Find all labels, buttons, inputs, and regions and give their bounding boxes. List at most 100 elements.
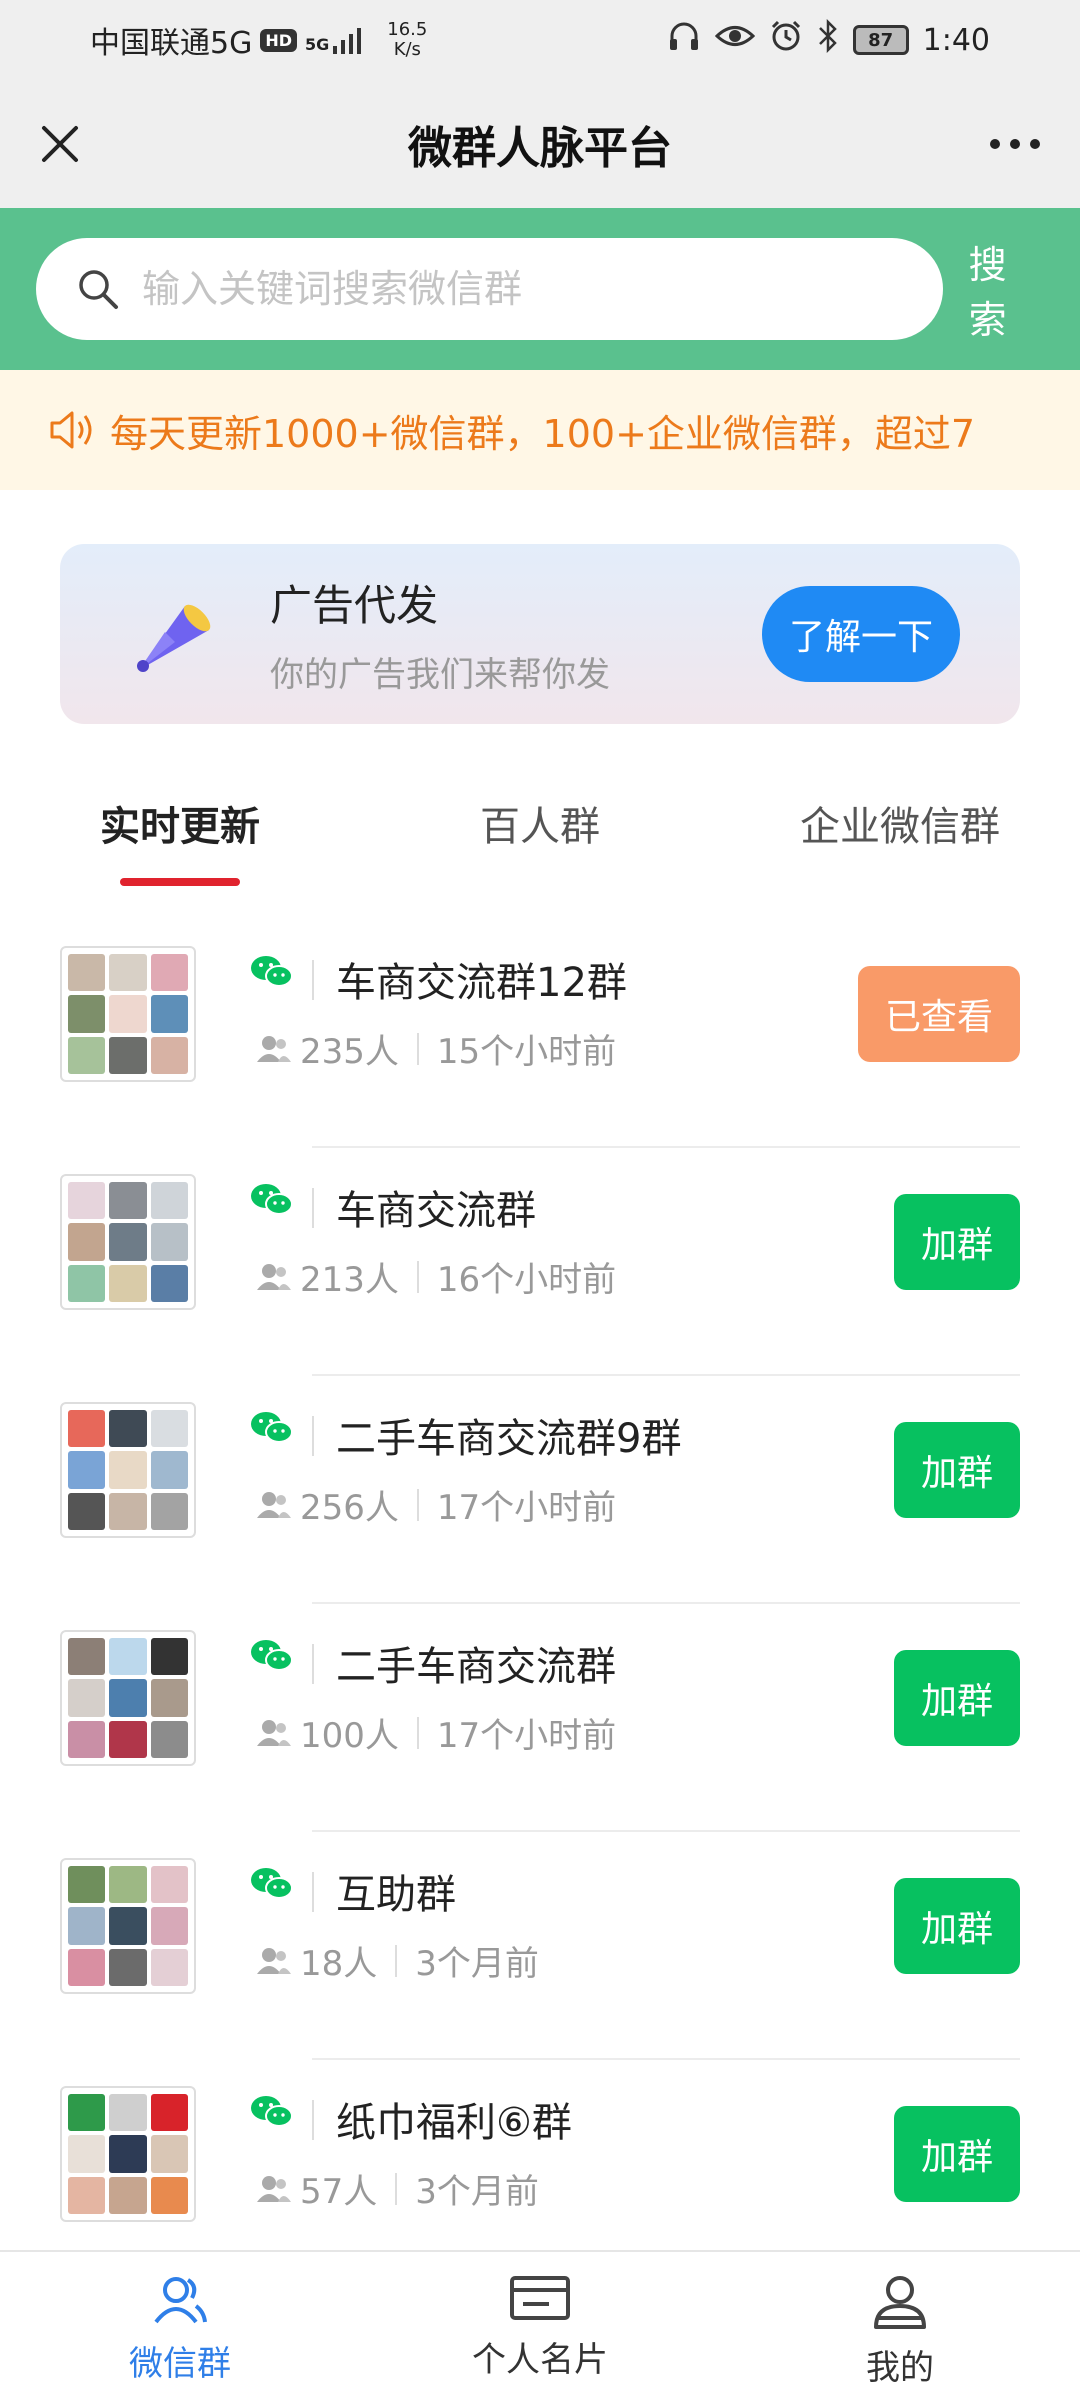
group-meta: 213人 16个小时前 bbox=[256, 1252, 616, 1301]
wechat-icon bbox=[251, 1184, 293, 1215]
ad-subtitle: 你的广告我们来帮你发 bbox=[270, 655, 610, 695]
search-icon bbox=[79, 270, 118, 309]
nav-label: 微信群 bbox=[129, 2344, 231, 2384]
meta-divider bbox=[416, 1488, 419, 1521]
members-icon bbox=[257, 1263, 291, 1290]
vertical-divider bbox=[312, 960, 314, 1000]
group-list-item[interactable]: 互助群 18人 3个月前 加群 bbox=[0, 1832, 1080, 2060]
title-bar: 微群人脉平台 bbox=[0, 80, 1080, 208]
viewed-button[interactable]: 已查看 bbox=[858, 966, 1020, 1062]
ad-card[interactable]: 广告代发 你的广告我们来帮你发 了解一下 bbox=[60, 544, 1020, 724]
member-count: 256人 bbox=[300, 1488, 399, 1528]
status-left: 中国联通5G HD 5G 16.5 K/s bbox=[90, 18, 427, 62]
wechat-icon bbox=[251, 1640, 293, 1671]
nav-item-groups[interactable]: 微信群 bbox=[0, 2252, 360, 2400]
ad-text: 广告代发 你的广告我们来帮你发 bbox=[270, 572, 610, 696]
net-speed: 16.5 K/s bbox=[387, 20, 427, 60]
members-icon bbox=[257, 1491, 291, 1518]
bluetooth-icon bbox=[817, 18, 839, 61]
group-avatar bbox=[60, 1402, 196, 1538]
nav-label: 个人名片 bbox=[472, 2340, 608, 2380]
group-list-item[interactable]: 车商交流群12群 235人 15个小时前 已查看 bbox=[0, 920, 1080, 1148]
group-name: 纸巾福利⑥群 bbox=[336, 2100, 572, 2146]
group-avatar bbox=[60, 1630, 196, 1766]
join-group-button[interactable]: 加群 bbox=[894, 1650, 1020, 1746]
card-icon bbox=[510, 2276, 570, 2320]
group-meta: 235人 15个小时前 bbox=[256, 1024, 616, 1073]
group-list-item[interactable]: 车商交流群 213人 16个小时前 加群 bbox=[0, 1148, 1080, 1376]
page-title: 微群人脉平台 bbox=[408, 123, 672, 174]
search-box[interactable] bbox=[36, 238, 943, 340]
group-meta: 256人 17个小时前 bbox=[256, 1480, 616, 1529]
join-group-button[interactable]: 加群 bbox=[894, 1878, 1020, 1974]
clock: 1:40 bbox=[922, 22, 990, 58]
group-avatar bbox=[60, 946, 196, 1082]
updated-time: 3个月前 bbox=[415, 2172, 539, 2212]
signal-icon: 5G bbox=[305, 26, 367, 54]
meta-divider bbox=[395, 1944, 398, 1977]
more-button[interactable] bbox=[980, 114, 1050, 174]
group-meta: 18人 3个月前 bbox=[256, 1936, 539, 1985]
members-icon bbox=[257, 2175, 291, 2202]
group-list-item[interactable]: 二手车商交流群9群 256人 17个小时前 加群 bbox=[0, 1376, 1080, 1604]
carrier-label: 中国联通5G bbox=[90, 26, 253, 61]
notice-bar[interactable]: 每天更新1000+微信群，100+企业微信群，超过7 bbox=[0, 370, 1080, 490]
tab-hundred-groups[interactable]: 百人群 bbox=[360, 770, 720, 890]
meta-divider bbox=[416, 1032, 419, 1065]
vertical-divider bbox=[312, 1872, 314, 1912]
headphone-icon bbox=[667, 19, 701, 61]
more-dots-icon bbox=[990, 139, 1040, 149]
tab-enterprise-groups[interactable]: 企业微信群 bbox=[720, 770, 1080, 890]
group-avatar bbox=[60, 1858, 196, 1994]
tab-bar: 实时更新 百人群 企业微信群 bbox=[0, 770, 1080, 890]
bottom-nav: 微信群 个人名片 我的 bbox=[0, 2250, 1080, 2400]
learn-more-button[interactable]: 了解一下 bbox=[762, 586, 960, 682]
meta-divider bbox=[395, 2172, 398, 2205]
wechat-icon bbox=[251, 2096, 293, 2127]
close-icon bbox=[42, 126, 78, 162]
updated-time: 16个小时前 bbox=[436, 1260, 617, 1300]
close-button[interactable] bbox=[30, 114, 90, 174]
nav-item-business-card[interactable]: 个人名片 bbox=[360, 2252, 720, 2400]
net-speed-value: 16.5 bbox=[387, 19, 428, 40]
vertical-divider bbox=[312, 1644, 314, 1684]
updated-time: 3个月前 bbox=[415, 1944, 539, 1984]
tab-realtime[interactable]: 实时更新 bbox=[0, 770, 360, 890]
signal-label: 5G bbox=[305, 35, 330, 54]
group-list: 车商交流群12群 235人 15个小时前 已查看 车商交流群 213人 16个小… bbox=[0, 920, 1080, 2288]
member-count: 235人 bbox=[300, 1032, 399, 1072]
search-button[interactable]: 搜索 bbox=[969, 234, 1044, 344]
group-name: 互助群 bbox=[336, 1872, 456, 1918]
join-group-button[interactable]: 加群 bbox=[894, 1422, 1020, 1518]
notice-text: 每天更新1000+微信群，100+企业微信群，超过7 bbox=[110, 411, 976, 456]
vertical-divider bbox=[312, 1188, 314, 1228]
group-name: 车商交流群 bbox=[336, 1188, 536, 1234]
group-meta: 57人 3个月前 bbox=[256, 2164, 539, 2213]
user-group-icon bbox=[154, 2277, 207, 2324]
tab-active-indicator bbox=[120, 878, 240, 886]
join-group-button[interactable]: 加群 bbox=[894, 1194, 1020, 1290]
eye-icon bbox=[714, 21, 755, 59]
group-list-item[interactable]: 二手车商交流群 100人 17个小时前 加群 bbox=[0, 1604, 1080, 1832]
meta-divider bbox=[416, 1260, 419, 1293]
members-icon bbox=[257, 1947, 291, 1974]
nav-item-me[interactable]: 我的 bbox=[720, 2252, 1080, 2400]
group-meta: 100人 17个小时前 bbox=[256, 1708, 616, 1757]
battery-indicator: 87 bbox=[852, 25, 909, 55]
member-count: 213人 bbox=[300, 1260, 399, 1300]
meta-divider bbox=[416, 1716, 419, 1749]
member-count: 100人 bbox=[300, 1716, 399, 1756]
group-name: 车商交流群12群 bbox=[336, 960, 627, 1006]
megaphone-icon bbox=[120, 579, 230, 689]
alarm-icon bbox=[769, 19, 803, 61]
member-count: 57人 bbox=[300, 2172, 378, 2212]
speaker-icon bbox=[50, 411, 92, 449]
group-name: 二手车商交流群 bbox=[336, 1644, 616, 1690]
search-input[interactable] bbox=[140, 266, 900, 312]
profile-icon bbox=[874, 2276, 926, 2329]
ad-title: 广告代发 bbox=[270, 581, 439, 630]
group-avatar bbox=[60, 1174, 196, 1310]
join-group-button[interactable]: 加群 bbox=[894, 2106, 1020, 2202]
members-icon bbox=[257, 1719, 291, 1746]
nav-label: 我的 bbox=[866, 2348, 934, 2388]
